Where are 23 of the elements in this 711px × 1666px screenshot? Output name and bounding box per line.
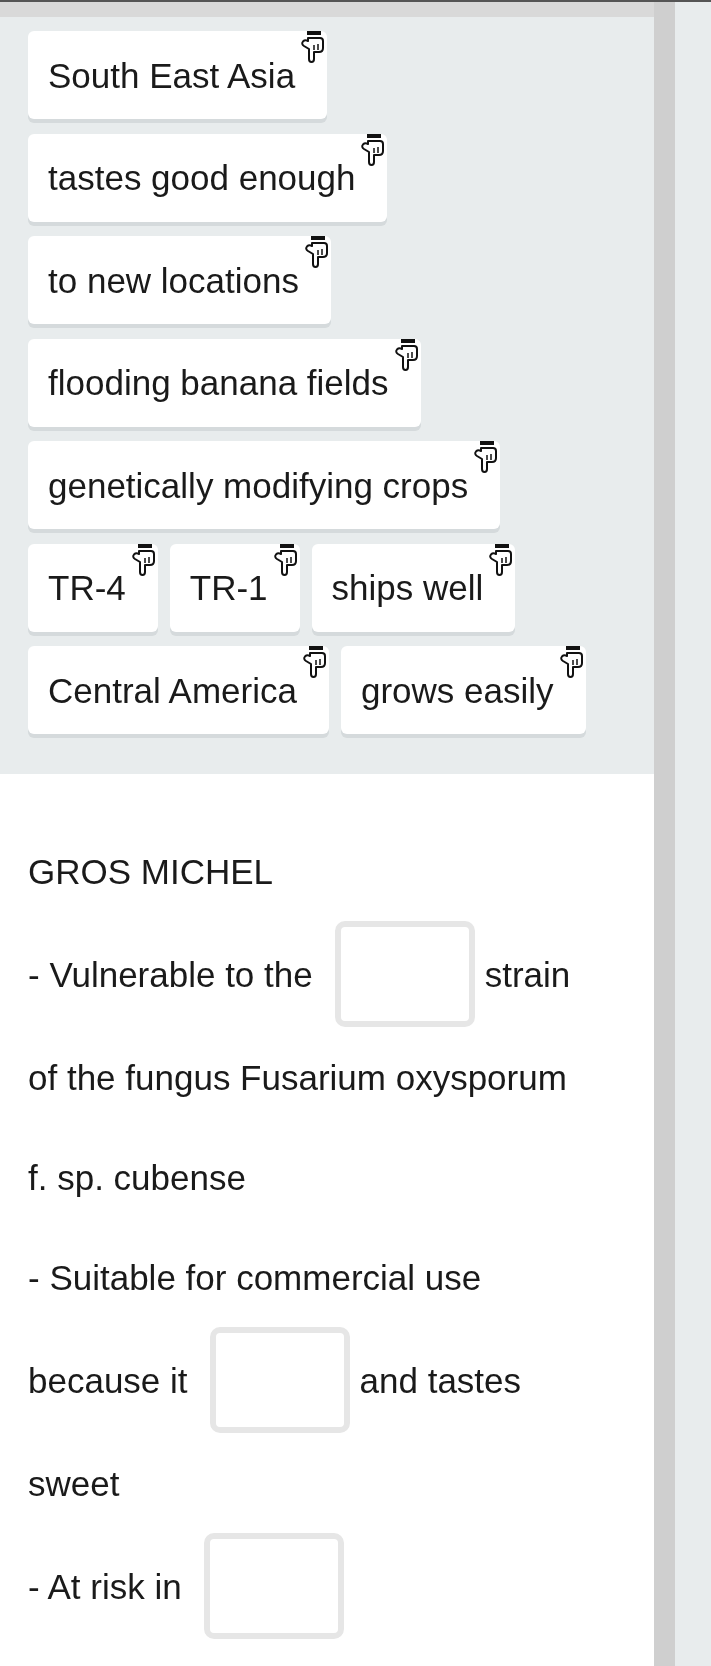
pointing-hand-icon [392, 338, 419, 371]
pointing-hand-icon [299, 31, 326, 63]
passage-text: and tastes [359, 1362, 522, 1398]
pointing-hand-icon [557, 646, 584, 678]
passage-text: f. sp. cubense [28, 1159, 246, 1195]
pointing-hand-icon [487, 543, 514, 576]
passage-text: - Vulnerable to the [28, 956, 313, 992]
answer-box[interactable] [203, 1533, 344, 1639]
pointing-hand-icon [129, 543, 156, 576]
passage-text: - At risk in [28, 1568, 182, 1604]
passage-text: because it [28, 1362, 188, 1398]
passage-text: of the fungus Fusarium oxysporum [28, 1059, 567, 1095]
pointing-hand-icon [359, 133, 386, 166]
passage-text: sweet [28, 1465, 120, 1501]
passage-heading: GROS MICHEL [28, 853, 274, 889]
answer-box[interactable] [209, 1327, 350, 1433]
pointing-hand-icon [472, 441, 499, 473]
pointing-hand-icon [271, 543, 298, 576]
answer-box[interactable] [334, 921, 475, 1027]
passage-text: - Suitable for commercial use [28, 1259, 482, 1295]
passage-text: strain [484, 956, 571, 992]
pointing-hand-icon [301, 646, 327, 678]
pointing-hand-icon [303, 236, 329, 268]
